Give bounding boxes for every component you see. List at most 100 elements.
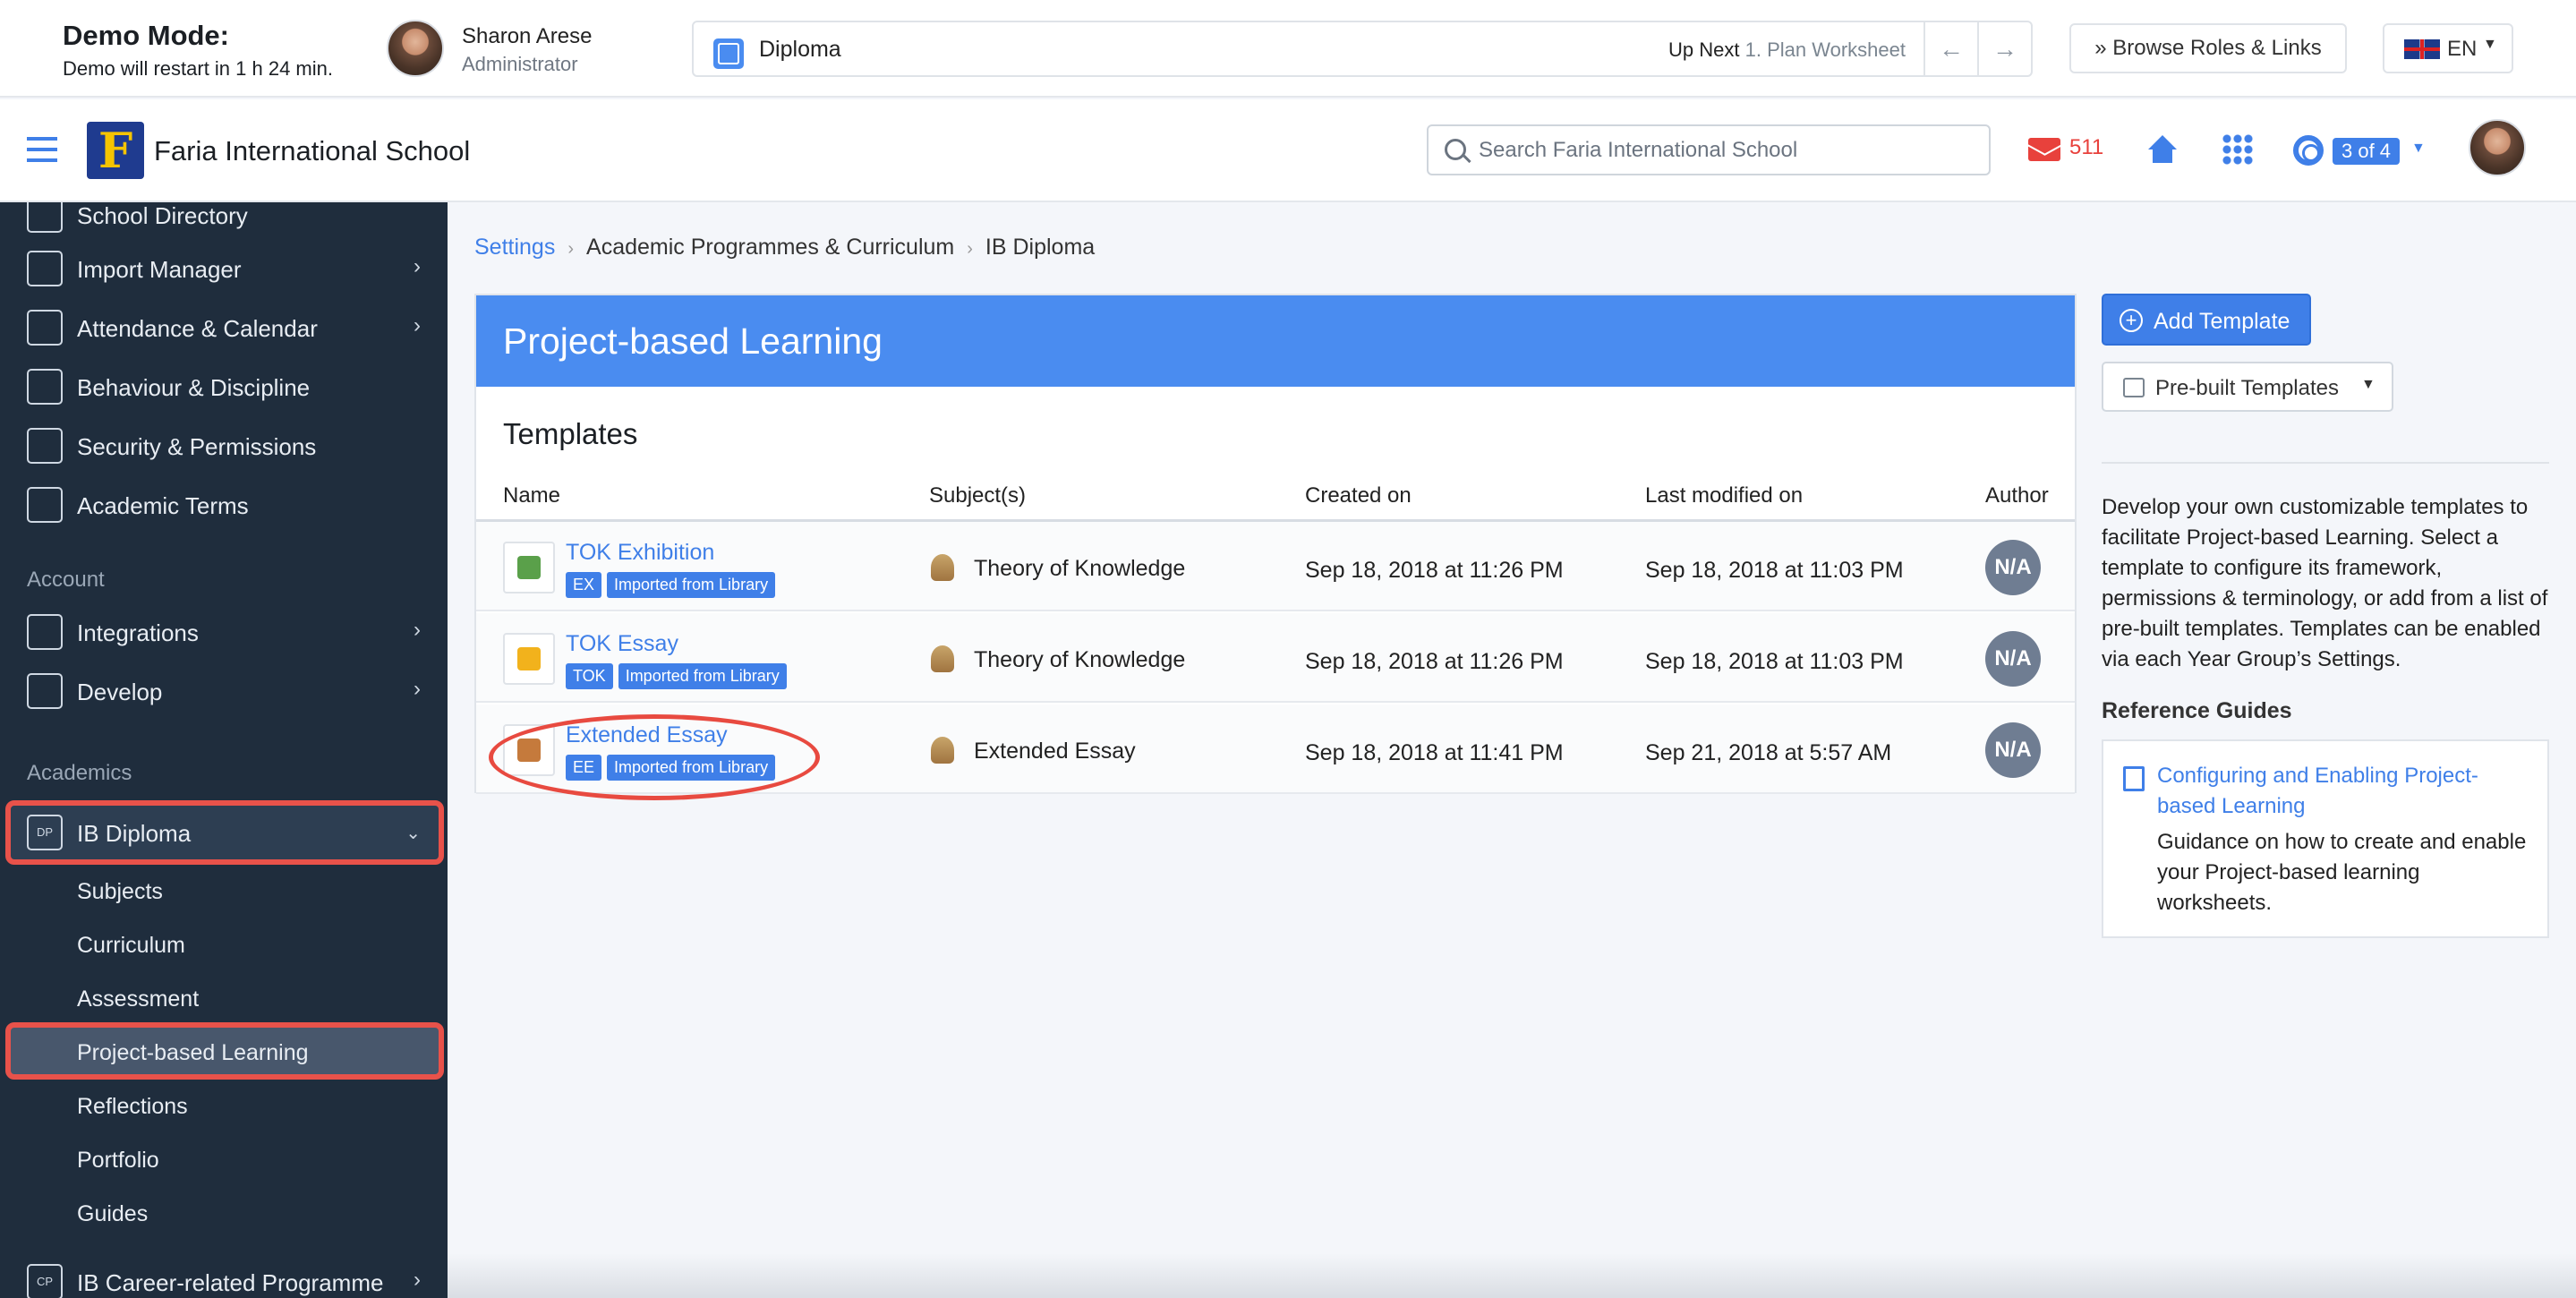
uk-flag-icon bbox=[2404, 39, 2440, 59]
caret-down-icon[interactable]: ▼ bbox=[2411, 141, 2426, 157]
import-icon bbox=[27, 251, 63, 286]
diploma-badge-icon bbox=[713, 38, 744, 69]
template-subject: Extended Essay bbox=[974, 739, 1136, 764]
sidebar-subitem-guides[interactable]: Guides bbox=[77, 1201, 148, 1227]
sidebar: School Directory Import Manager › Attend… bbox=[0, 202, 448, 1298]
template-subject: Theory of Knowledge bbox=[974, 647, 1186, 672]
demo-title: Demo Mode: bbox=[63, 20, 229, 51]
author-avatar: N/A bbox=[1985, 631, 2041, 687]
sidebar-subitem-subjects[interactable]: Subjects bbox=[77, 879, 163, 905]
table-row[interactable]: TOK Essay TOK Imported from Library Theor… bbox=[476, 613, 2075, 703]
sidebar-item-label: Integrations bbox=[77, 619, 199, 646]
author-avatar: N/A bbox=[1985, 722, 2041, 778]
templates-heading: Templates bbox=[503, 417, 638, 450]
plus-circle-icon: + bbox=[2120, 309, 2143, 332]
user-name[interactable]: Sharon Arese bbox=[462, 24, 592, 49]
template-name-link[interactable]: TOK Exhibition bbox=[566, 540, 714, 566]
template-modified: Sep 21, 2018 at 5:57 AM bbox=[1645, 740, 1892, 765]
pager-badge[interactable]: 3 of 4 bbox=[2333, 138, 2401, 165]
lock-icon bbox=[27, 428, 63, 464]
column-header-subjects: Subject(s) bbox=[929, 483, 1027, 508]
sidebar-item-label: Develop bbox=[77, 679, 163, 705]
hamburger-menu-icon[interactable] bbox=[27, 137, 57, 162]
sidebar-item-academic-terms[interactable]: Academic Terms bbox=[27, 478, 421, 532]
template-created: Sep 18, 2018 at 11:41 PM bbox=[1305, 740, 1564, 765]
annotation-circle bbox=[489, 714, 820, 800]
sidebar-section-academics: Academics bbox=[27, 761, 132, 785]
demo-mode-notice: Demo Mode: Demo will restart in 1 h 24 m… bbox=[63, 20, 333, 81]
next-arrow-icon[interactable]: → bbox=[1977, 22, 2031, 75]
thinker-icon bbox=[931, 645, 954, 672]
exhibition-thumbnail-icon bbox=[503, 542, 555, 593]
apps-grid-icon[interactable] bbox=[2222, 133, 2254, 166]
sidebar-subitem-project-based-learning[interactable]: Project-based Learning bbox=[77, 1040, 309, 1066]
sidebar-item-ib-career-related[interactable]: CP IB Career-related Programme › bbox=[27, 1255, 421, 1298]
sidebar-item-attendance-calendar[interactable]: Attendance & Calendar › bbox=[27, 301, 421, 354]
chevron-right-icon: › bbox=[414, 1268, 421, 1292]
template-name-link[interactable]: TOK Essay bbox=[566, 631, 678, 657]
author-avatar: N/A bbox=[1985, 540, 2041, 595]
browse-roles-links-button[interactable]: » Browse Roles & Links bbox=[2069, 23, 2347, 73]
directory-icon bbox=[27, 202, 63, 233]
prebuilt-templates-label: Pre-built Templates bbox=[2155, 376, 2339, 400]
sidebar-subitem-portfolio[interactable]: Portfolio bbox=[77, 1148, 159, 1174]
chevron-right-icon: › bbox=[414, 677, 421, 701]
book-icon bbox=[2123, 766, 2145, 791]
sidebar-item-security-permissions[interactable]: Security & Permissions bbox=[27, 419, 421, 473]
layers-icon bbox=[27, 614, 63, 650]
template-modified: Sep 18, 2018 at 11:03 PM bbox=[1645, 649, 1904, 674]
table-row[interactable]: TOK Exhibition EX Imported from Library T… bbox=[476, 522, 2075, 611]
home-icon[interactable] bbox=[2145, 133, 2180, 166]
app-header: F Faria International School 511 3 of 4 … bbox=[0, 99, 2576, 202]
prebuilt-templates-dropdown[interactable]: Pre-built Templates ▼ bbox=[2102, 362, 2393, 412]
language-selector[interactable]: EN ▼ bbox=[2383, 23, 2513, 73]
school-name[interactable]: Faria International School bbox=[154, 135, 470, 167]
breadcrumb-settings[interactable]: Settings bbox=[474, 235, 555, 260]
column-header-created: Created on bbox=[1305, 483, 1412, 508]
share-icon bbox=[2123, 378, 2145, 397]
sidebar-item-school-directory[interactable]: School Directory bbox=[27, 202, 421, 242]
add-template-label: Add Template bbox=[2154, 309, 2290, 334]
up-next-programme[interactable]: Diploma bbox=[759, 37, 841, 63]
chevron-right-icon: › bbox=[414, 254, 421, 278]
mail-count[interactable]: 511 bbox=[2069, 135, 2103, 160]
chevron-down-icon: ⌄ bbox=[405, 824, 421, 843]
sidebar-item-integrations[interactable]: Integrations › bbox=[27, 605, 421, 659]
search-input[interactable] bbox=[1479, 135, 1971, 166]
template-created: Sep 18, 2018 at 11:26 PM bbox=[1305, 558, 1564, 583]
prev-arrow-icon[interactable]: ← bbox=[1923, 22, 1977, 75]
sidebar-item-ib-diploma[interactable]: DP IB Diploma ⌄ bbox=[27, 806, 421, 859]
breadcrumb-separator-icon: › bbox=[567, 239, 575, 259]
code-badge: TOK bbox=[566, 663, 613, 689]
caret-down-icon: ▼ bbox=[2361, 377, 2376, 392]
add-template-button[interactable]: + Add Template bbox=[2102, 294, 2311, 346]
sidebar-item-label: IB Career-related Programme bbox=[77, 1269, 384, 1296]
up-next-link[interactable]: 1. Plan Worksheet bbox=[1745, 38, 1906, 61]
sidebar-item-behaviour-discipline[interactable]: Behaviour & Discipline bbox=[27, 360, 421, 414]
user-role: Administrator bbox=[462, 53, 578, 75]
school-logo[interactable]: F bbox=[87, 122, 144, 179]
chevron-right-icon: › bbox=[414, 618, 421, 642]
guide-link[interactable]: Configuring and Enabling Project-based L… bbox=[2157, 761, 2533, 822]
sidebar-subitem-assessment[interactable]: Assessment bbox=[77, 986, 199, 1012]
header-avatar[interactable] bbox=[2469, 119, 2526, 176]
calendar-icon bbox=[27, 487, 63, 523]
sidebar-item-label: Attendance & Calendar bbox=[77, 315, 318, 342]
lifebuoy-icon[interactable] bbox=[2293, 135, 2324, 166]
sidebar-item-import-manager[interactable]: Import Manager › bbox=[27, 242, 421, 295]
global-search[interactable] bbox=[1427, 124, 1991, 175]
sidebar-item-label: IB Diploma bbox=[77, 820, 192, 847]
sidebar-item-develop[interactable]: Develop › bbox=[27, 664, 421, 718]
reference-guide-card: Configuring and Enabling Project-based L… bbox=[2102, 739, 2549, 938]
sidebar-subitem-curriculum[interactable]: Curriculum bbox=[77, 933, 185, 959]
breadcrumb: Settings › Academic Programmes & Curriculu… bbox=[474, 235, 1095, 260]
sidebar-item-label: School Directory bbox=[77, 202, 248, 229]
mail-icon[interactable] bbox=[2028, 138, 2060, 161]
sidebar-subitem-reflections[interactable]: Reflections bbox=[77, 1094, 188, 1120]
reference-guides-title: Reference Guides bbox=[2102, 698, 2292, 723]
breadcrumb-separator-icon: › bbox=[967, 239, 973, 259]
thinker-icon bbox=[931, 554, 954, 581]
breadcrumb-academic-programmes[interactable]: Academic Programmes & Curriculum bbox=[586, 235, 954, 260]
user-avatar[interactable] bbox=[387, 20, 444, 77]
bottom-shadow bbox=[448, 1253, 2576, 1298]
